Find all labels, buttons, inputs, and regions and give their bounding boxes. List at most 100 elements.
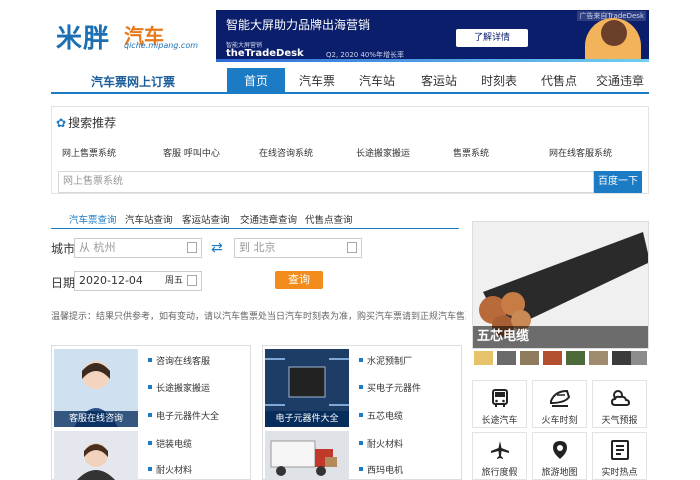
query-button[interactable]: 查询 xyxy=(275,271,323,289)
nav-tab-bus-ticket[interactable]: 汽车票 xyxy=(289,68,345,94)
quick-link-long-distance-bus[interactable]: 长途汽车 xyxy=(472,380,527,428)
quick-links-grid: 长途汽车 火车时刻 天气预报 旅行度假 旅游地图 实时热点 xyxy=(472,380,649,480)
quick-link-travel[interactable]: 旅行度假 xyxy=(472,432,527,480)
service-box-electronics: 电子元器件大全 水泥预制厂 买电子元器件 五芯电缆 耐火材料 西玛电机 xyxy=(262,345,462,480)
banner-accent-bar xyxy=(216,59,649,62)
thumbnail[interactable] xyxy=(543,351,562,365)
service-caption: 客服在线咨询 xyxy=(54,411,138,427)
service-link[interactable]: 耐火材料 xyxy=(358,437,403,450)
quick-link-label: 长途汽车 xyxy=(481,416,518,426)
tab-agency-query[interactable]: 代售点查询 xyxy=(305,212,353,226)
thumbnail[interactable] xyxy=(520,351,539,365)
service-link[interactable]: 铠装电缆 xyxy=(147,437,192,450)
date-value: 2020-12-04 xyxy=(79,274,143,287)
city-label: 城市 xyxy=(51,242,76,256)
quick-link-label: 火车时刻 xyxy=(541,416,578,426)
thumbnail[interactable] xyxy=(612,351,631,365)
service-link[interactable]: 咨询在线客服 xyxy=(147,354,210,367)
recommend-link[interactable]: 客服 呼叫中心 xyxy=(163,146,220,159)
recommend-link[interactable]: 网上售票系统 xyxy=(62,146,116,159)
banner-person-head xyxy=(601,20,627,46)
weekday-text: 周五 xyxy=(164,276,183,286)
quick-link-hot-news[interactable]: 实时热点 xyxy=(592,432,647,480)
tab-bus-station-query[interactable]: 汽车站查询 xyxy=(125,212,173,226)
logo-main-text: 米胖 xyxy=(56,24,111,54)
thumbnail[interactable] xyxy=(474,351,493,365)
logo-url-text: qiche.mipang.com xyxy=(124,41,199,50)
from-city-input[interactable]: 从 杭州 xyxy=(74,238,202,258)
swap-cities-icon[interactable]: ⇄ xyxy=(211,240,223,256)
tab-traffic-violation-query[interactable]: 交通违章查询 xyxy=(240,212,297,226)
to-city-input[interactable]: 到 北京 xyxy=(234,238,362,258)
service-link[interactable]: 西玛电机 xyxy=(358,463,403,476)
service-image-customer[interactable]: 客服在线咨询 xyxy=(54,349,138,427)
thumbnail[interactable] xyxy=(589,351,608,365)
date-input[interactable]: 2020-12-04 周五 xyxy=(74,271,202,291)
calendar-icon xyxy=(347,242,357,253)
thumbnail[interactable] xyxy=(566,351,585,365)
banner-learn-more-button[interactable]: 了解详情 xyxy=(456,29,528,47)
service-link[interactable]: 买电子元器件 xyxy=(358,381,421,394)
service-link[interactable]: 耐火材料 xyxy=(147,463,192,476)
service-link[interactable]: 五芯电缆 xyxy=(358,409,403,422)
nav-tab-home[interactable]: 首页 xyxy=(227,68,285,94)
thumbnail[interactable] xyxy=(497,351,516,365)
recommend-link[interactable]: 长途搬家搬运 xyxy=(356,146,410,159)
product-label: 五芯电缆 xyxy=(473,326,648,348)
service-image-electronics[interactable]: 电子元器件大全 xyxy=(265,349,349,427)
weather-icon xyxy=(610,390,631,406)
hot-news-icon xyxy=(611,440,629,460)
recommend-link[interactable]: 在线咨询系统 xyxy=(259,146,313,159)
from-city-placeholder: 从 杭州 xyxy=(79,241,116,254)
recommend-search-input[interactable]: 网上售票系统 xyxy=(58,171,594,193)
product-image-cable[interactable]: 五芯电缆 xyxy=(472,221,649,349)
plane-icon xyxy=(491,441,509,459)
query-tabs: 汽车票查询 汽车站查询 客运站查询 交通违章查询 代售点查询 xyxy=(51,209,459,229)
service-caption: 电子元器件大全 xyxy=(265,411,349,427)
service-box-customer: 客服在线咨询 咨询在线客服 长途搬家搬运 电子元器件大全 铠装电缆 耐火材料 xyxy=(51,345,251,480)
nav-site-title: 汽车票网上订票 xyxy=(91,75,176,89)
product-thumbnails xyxy=(472,351,649,368)
quick-link-train-times[interactable]: 火车时刻 xyxy=(532,380,587,428)
to-city-placeholder: 到 北京 xyxy=(239,241,276,254)
ad-banner[interactable]: 智能大屏助力品牌出海营销 了解详情 广告来自TradeDesk 智能大屏营销 t… xyxy=(216,10,649,62)
baidu-search-button[interactable]: 百度一下 xyxy=(594,171,642,193)
banner-brand: theTradeDesk xyxy=(226,48,304,59)
calendar-icon xyxy=(187,275,197,286)
nav-tab-traffic-violation[interactable]: 交通违章 xyxy=(591,68,649,94)
quick-link-weather[interactable]: 天气预报 xyxy=(592,380,647,428)
service-link[interactable]: 电子元器件大全 xyxy=(147,409,219,422)
quick-link-travel-map[interactable]: 旅游地图 xyxy=(532,432,587,480)
recommend-heading: ✿ 搜索推荐 xyxy=(56,114,116,131)
tab-passenger-station-query[interactable]: 客运站查询 xyxy=(182,212,230,226)
quick-link-label: 旅游地图 xyxy=(541,468,578,478)
site-logo[interactable]: 米胖 汽车 qiche.mipang.com xyxy=(56,18,206,54)
nav-tab-passenger-station[interactable]: 客运站 xyxy=(411,68,467,94)
date-label: 日期 xyxy=(51,276,76,290)
tab-bus-ticket-query[interactable]: 汽车票查询 xyxy=(69,212,117,226)
moving-truck-illustration xyxy=(265,431,349,480)
service-image-moving[interactable] xyxy=(265,431,349,480)
quick-link-label: 实时热点 xyxy=(601,468,638,478)
search-recommend-panel: ✿ 搜索推荐 网上售票系统 客服 呼叫中心 在线咨询系统 长途搬家搬运 售票系统 … xyxy=(51,106,649,194)
train-icon xyxy=(550,389,571,407)
nav-tab-agency[interactable]: 代售点 xyxy=(531,68,587,94)
nav-tab-bus-station[interactable]: 汽车站 xyxy=(349,68,405,94)
quick-link-label: 天气预报 xyxy=(601,416,638,426)
bus-icon xyxy=(492,389,508,407)
thumbnail[interactable] xyxy=(631,351,647,365)
calendar-icon xyxy=(187,242,197,253)
recommend-title: 搜索推荐 xyxy=(68,116,117,130)
service-link[interactable]: 水泥预制厂 xyxy=(358,354,412,367)
service-image-customer-2[interactable] xyxy=(54,431,138,480)
main-nav: 汽车票网上订票 首页 汽车票 汽车站 客运站 时刻表 代售点 交通违章 xyxy=(51,68,649,94)
recommend-link[interactable]: 网在线客服系统 xyxy=(549,146,612,159)
recommend-link[interactable]: 售票系统 xyxy=(453,146,489,159)
quick-link-label: 旅行度假 xyxy=(481,468,518,478)
service-link[interactable]: 长途搬家搬运 xyxy=(147,381,210,394)
map-pin-icon xyxy=(553,441,567,459)
nav-tab-timetable[interactable]: 时刻表 xyxy=(471,68,527,94)
operator-illustration xyxy=(54,431,138,480)
paw-icon: ✿ xyxy=(56,116,67,130)
recommend-links: 网上售票系统 客服 呼叫中心 在线咨询系统 长途搬家搬运 售票系统 网在线客服系… xyxy=(62,146,647,160)
